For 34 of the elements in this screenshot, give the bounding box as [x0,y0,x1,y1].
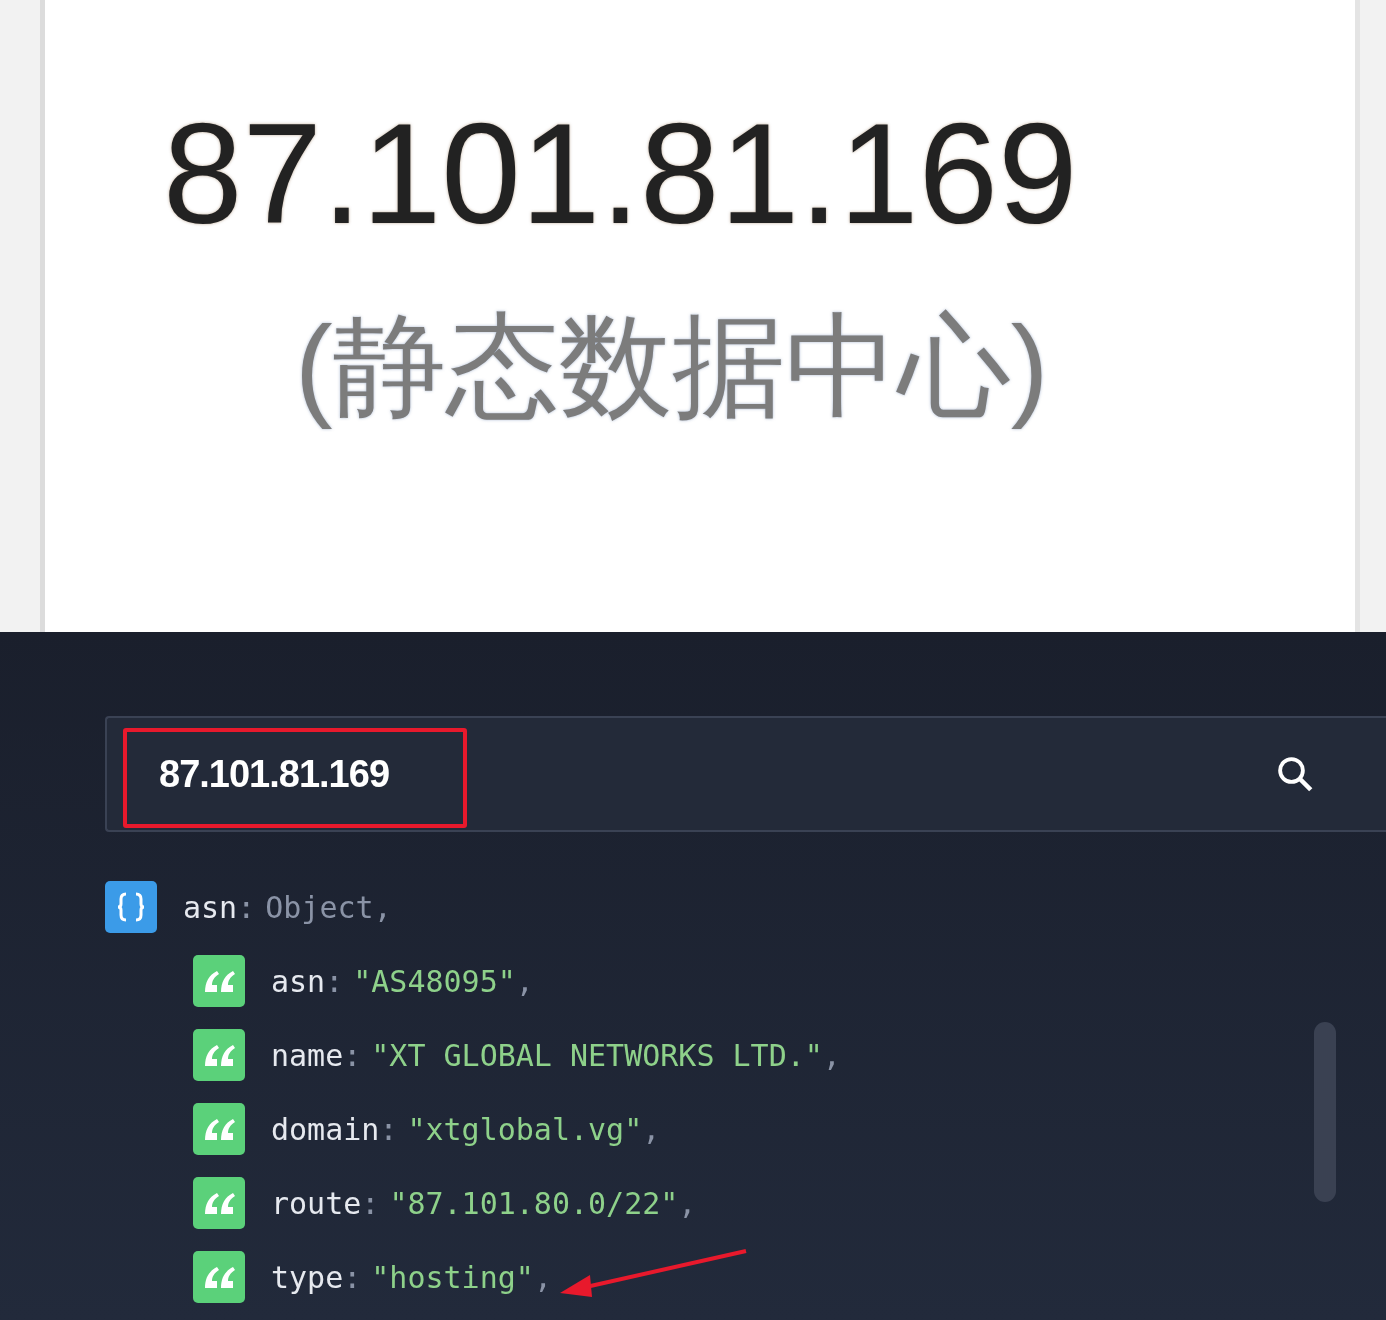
colon: : [343,1037,362,1073]
json-value: Object [265,889,374,925]
object-icon [105,881,157,933]
comma: , [373,889,392,925]
colon: : [325,963,344,999]
json-value: "xtglobal.vg" [407,1111,643,1147]
comma: , [515,963,534,999]
colon: : [361,1185,380,1221]
ip-type-label: (静态数据中心) [295,304,1049,429]
quote-icon [193,1103,245,1155]
json-key: asn [183,889,238,925]
quote-icon [193,1029,245,1081]
json-value: "87.101.80.0/22" [389,1185,679,1221]
json-key: domain [271,1111,380,1147]
colon: : [379,1111,398,1147]
search-field[interactable]: 87.101.81.169 [105,716,1386,832]
json-value: "AS48095" [353,963,516,999]
comma: , [642,1111,661,1147]
quote-icon [193,955,245,1007]
comma: , [678,1185,697,1221]
json-value: "hosting" [371,1259,534,1295]
quote-icon [193,1251,245,1303]
comma: , [822,1037,841,1073]
json-key: asn [271,963,326,999]
colon: : [237,889,256,925]
quote-icon [193,1177,245,1229]
scrollbar[interactable] [1314,1022,1336,1202]
comma: , [533,1259,552,1295]
colon: : [343,1259,362,1295]
json-key: route [271,1185,362,1221]
json-key: name [271,1037,344,1073]
json-value: "XT GLOBAL NETWORKS LTD." [371,1037,823,1073]
json-key: type [271,1259,344,1295]
ip-address: 87.101.81.169 [163,95,1078,253]
